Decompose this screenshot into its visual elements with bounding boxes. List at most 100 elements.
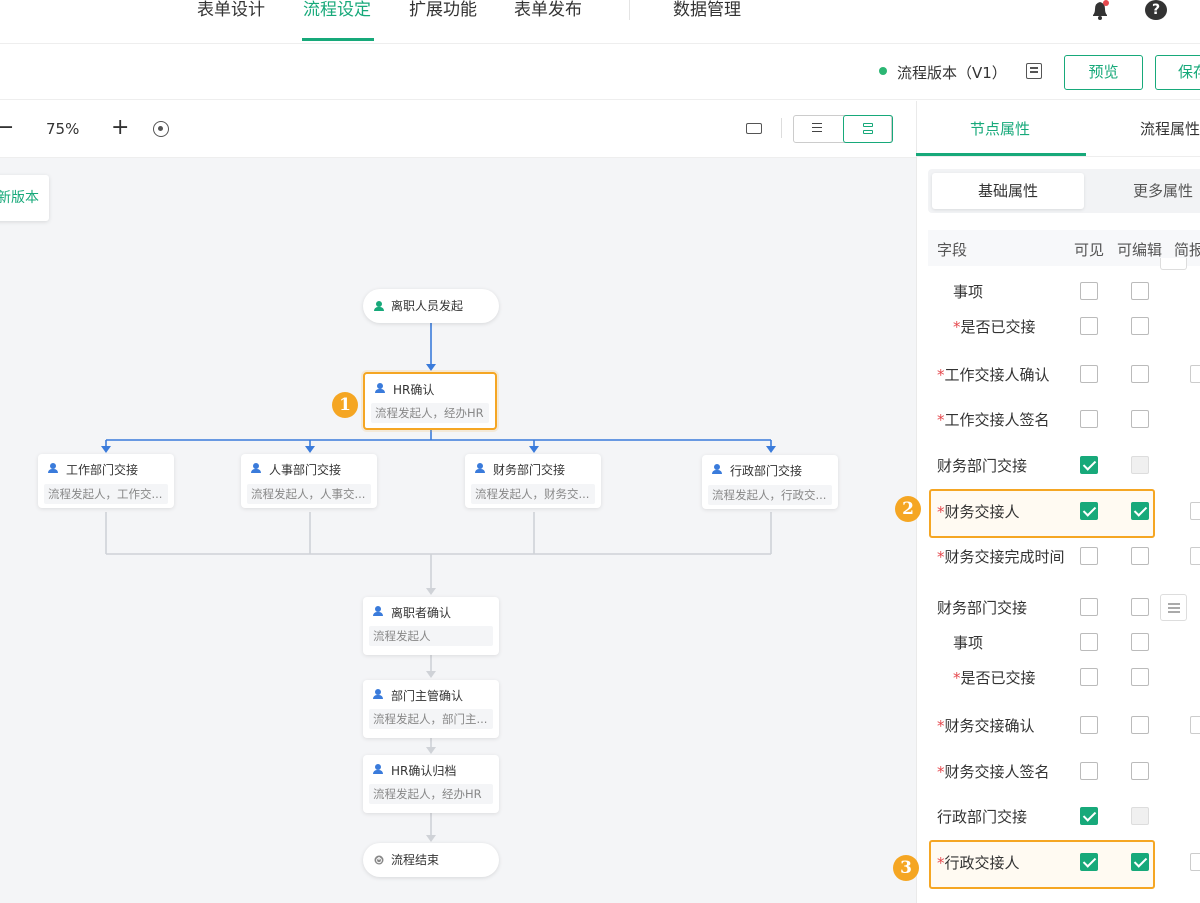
node-title: 部门主管确认 bbox=[391, 689, 464, 703]
flow-node-hr-archive[interactable]: HR确认归档 流程发起人，经办HR bbox=[363, 755, 499, 813]
required-mark: * bbox=[937, 411, 945, 429]
field-name: 财务交接人签名 bbox=[944, 763, 1050, 781]
editable-checkbox[interactable] bbox=[1131, 668, 1149, 686]
visible-checkbox[interactable] bbox=[1080, 762, 1098, 780]
flow-node-admin-handover[interactable]: 行政部门交接 流程发起人，行政交... bbox=[702, 455, 838, 509]
field-name: 财务部门交接 bbox=[937, 457, 1028, 475]
person-icon bbox=[373, 689, 383, 699]
brief-list-icon[interactable] bbox=[1160, 594, 1187, 621]
person-icon bbox=[373, 606, 383, 616]
header-visible: 可见 bbox=[1074, 241, 1105, 259]
editable-checkbox[interactable] bbox=[1131, 410, 1149, 428]
person-icon bbox=[375, 383, 385, 393]
field-name: 财务交接确认 bbox=[944, 717, 1035, 735]
required-mark: * bbox=[937, 503, 945, 521]
node-title: 工作部门交接 bbox=[66, 463, 139, 477]
visible-checkbox[interactable] bbox=[1080, 598, 1098, 616]
flow-end-node[interactable]: 流程结束 bbox=[363, 843, 499, 877]
node-title: 离职者确认 bbox=[391, 606, 452, 620]
field-name: 财务交接完成时间 bbox=[944, 548, 1065, 566]
editable-checkbox[interactable] bbox=[1131, 762, 1149, 780]
node-title: 行政部门交接 bbox=[730, 464, 803, 478]
field-row-label: *财务交接确认 bbox=[937, 715, 1035, 736]
field-name: 财务交接人 bbox=[944, 503, 1020, 521]
tab-flow-properties[interactable]: 流程属性 bbox=[1140, 118, 1200, 139]
editable-checkbox[interactable] bbox=[1131, 716, 1149, 734]
required-mark: * bbox=[937, 366, 945, 384]
editable-checkbox[interactable] bbox=[1131, 598, 1149, 616]
header-editable: 可编辑 bbox=[1117, 241, 1163, 259]
flow-node-finance-handover[interactable]: 财务部门交接 流程发起人，财务交... bbox=[465, 454, 601, 508]
visible-checkbox[interactable] bbox=[1080, 807, 1098, 825]
visible-checkbox[interactable] bbox=[1080, 716, 1098, 734]
brief-checkbox[interactable] bbox=[1190, 716, 1200, 734]
brief-checkbox[interactable] bbox=[1190, 502, 1200, 520]
person-icon bbox=[374, 301, 384, 311]
editable-checkbox[interactable] bbox=[1131, 365, 1149, 383]
power-icon bbox=[374, 855, 384, 865]
field-name: 事项 bbox=[953, 283, 984, 301]
node-assignees: 流程发起人，经办HR bbox=[371, 403, 489, 423]
visible-checkbox[interactable] bbox=[1080, 668, 1098, 686]
tab-active-indicator bbox=[916, 153, 1086, 156]
person-icon bbox=[712, 464, 722, 474]
editable-checkbox bbox=[1131, 807, 1149, 825]
visible-checkbox[interactable] bbox=[1080, 317, 1098, 335]
segment-basic-properties[interactable]: 基础属性 bbox=[932, 173, 1084, 209]
node-assignees: 流程发起人，行政交... bbox=[708, 485, 832, 505]
step-badge-1: 1 bbox=[332, 392, 358, 418]
brief-icon-box-partial bbox=[1160, 258, 1187, 270]
editable-checkbox[interactable] bbox=[1131, 633, 1149, 651]
visible-checkbox[interactable] bbox=[1080, 410, 1098, 428]
person-icon bbox=[373, 764, 383, 774]
visible-checkbox[interactable] bbox=[1080, 456, 1098, 474]
field-row-label: *是否已交接 bbox=[953, 316, 1036, 337]
brief-checkbox[interactable] bbox=[1190, 547, 1200, 565]
brief-checkbox[interactable] bbox=[1190, 853, 1200, 871]
flow-node-leaver-confirm[interactable]: 离职者确认 流程发起人 bbox=[363, 597, 499, 655]
note-icon[interactable] bbox=[1026, 63, 1042, 79]
field-name: 工作交接人确认 bbox=[944, 366, 1050, 384]
node-title: 人事部门交接 bbox=[269, 463, 342, 477]
segment-more-properties[interactable]: 更多属性 bbox=[1092, 173, 1200, 209]
visible-checkbox[interactable] bbox=[1080, 853, 1098, 871]
editable-checkbox[interactable] bbox=[1131, 502, 1149, 520]
person-icon bbox=[251, 463, 261, 473]
editable-checkbox[interactable] bbox=[1131, 547, 1149, 565]
required-mark: * bbox=[937, 763, 945, 781]
help-icon[interactable]: ? bbox=[1145, 0, 1167, 20]
bell-icon[interactable] bbox=[1089, 0, 1111, 20]
person-icon bbox=[475, 463, 485, 473]
field-row-label: *是否已交接 bbox=[953, 667, 1036, 688]
node-assignees: 流程发起人，人事交... bbox=[247, 484, 371, 504]
flow-node-manager-confirm[interactable]: 部门主管确认 流程发起人，部门主... bbox=[363, 680, 499, 738]
field-row-label: *工作交接人确认 bbox=[937, 364, 1050, 385]
field-name: 是否已交接 bbox=[960, 669, 1036, 687]
editable-checkbox[interactable] bbox=[1131, 282, 1149, 300]
brief-checkbox[interactable] bbox=[1190, 365, 1200, 383]
visible-checkbox[interactable] bbox=[1080, 282, 1098, 300]
flow-start-node[interactable]: 离职人员发起 bbox=[363, 289, 499, 323]
node-assignees: 流程发起人，工作交... bbox=[44, 484, 168, 504]
field-row-label: 事项 bbox=[953, 281, 983, 302]
field-row-label: *财务交接完成时间 bbox=[937, 546, 1065, 567]
editable-checkbox[interactable] bbox=[1131, 317, 1149, 335]
visible-checkbox[interactable] bbox=[1080, 365, 1098, 383]
editable-checkbox[interactable] bbox=[1131, 853, 1149, 871]
tab-divider bbox=[916, 156, 1200, 157]
step-badge-2: 2 bbox=[895, 496, 921, 522]
flow-node-hr-dept-handover[interactable]: 人事部门交接 流程发起人，人事交... bbox=[241, 454, 377, 508]
flow-node-work-handover[interactable]: 工作部门交接 流程发起人，工作交... bbox=[38, 454, 174, 508]
tab-node-properties[interactable]: 节点属性 bbox=[970, 118, 1030, 139]
field-row-label: 事项 bbox=[953, 632, 983, 653]
field-row-label: *工作交接人签名 bbox=[937, 409, 1050, 430]
save-button[interactable]: 保存 bbox=[1155, 55, 1200, 90]
visible-checkbox[interactable] bbox=[1080, 633, 1098, 651]
visible-checkbox[interactable] bbox=[1080, 547, 1098, 565]
flow-node-hr-confirm[interactable]: HR确认 流程发起人，经办HR bbox=[363, 372, 497, 430]
field-name: 行政部门交接 bbox=[937, 808, 1028, 826]
flow-start-label: 离职人员发起 bbox=[391, 299, 464, 313]
preview-button[interactable]: 预览 bbox=[1064, 55, 1143, 90]
visible-checkbox[interactable] bbox=[1080, 502, 1098, 520]
node-title: HR确认归档 bbox=[391, 764, 457, 778]
